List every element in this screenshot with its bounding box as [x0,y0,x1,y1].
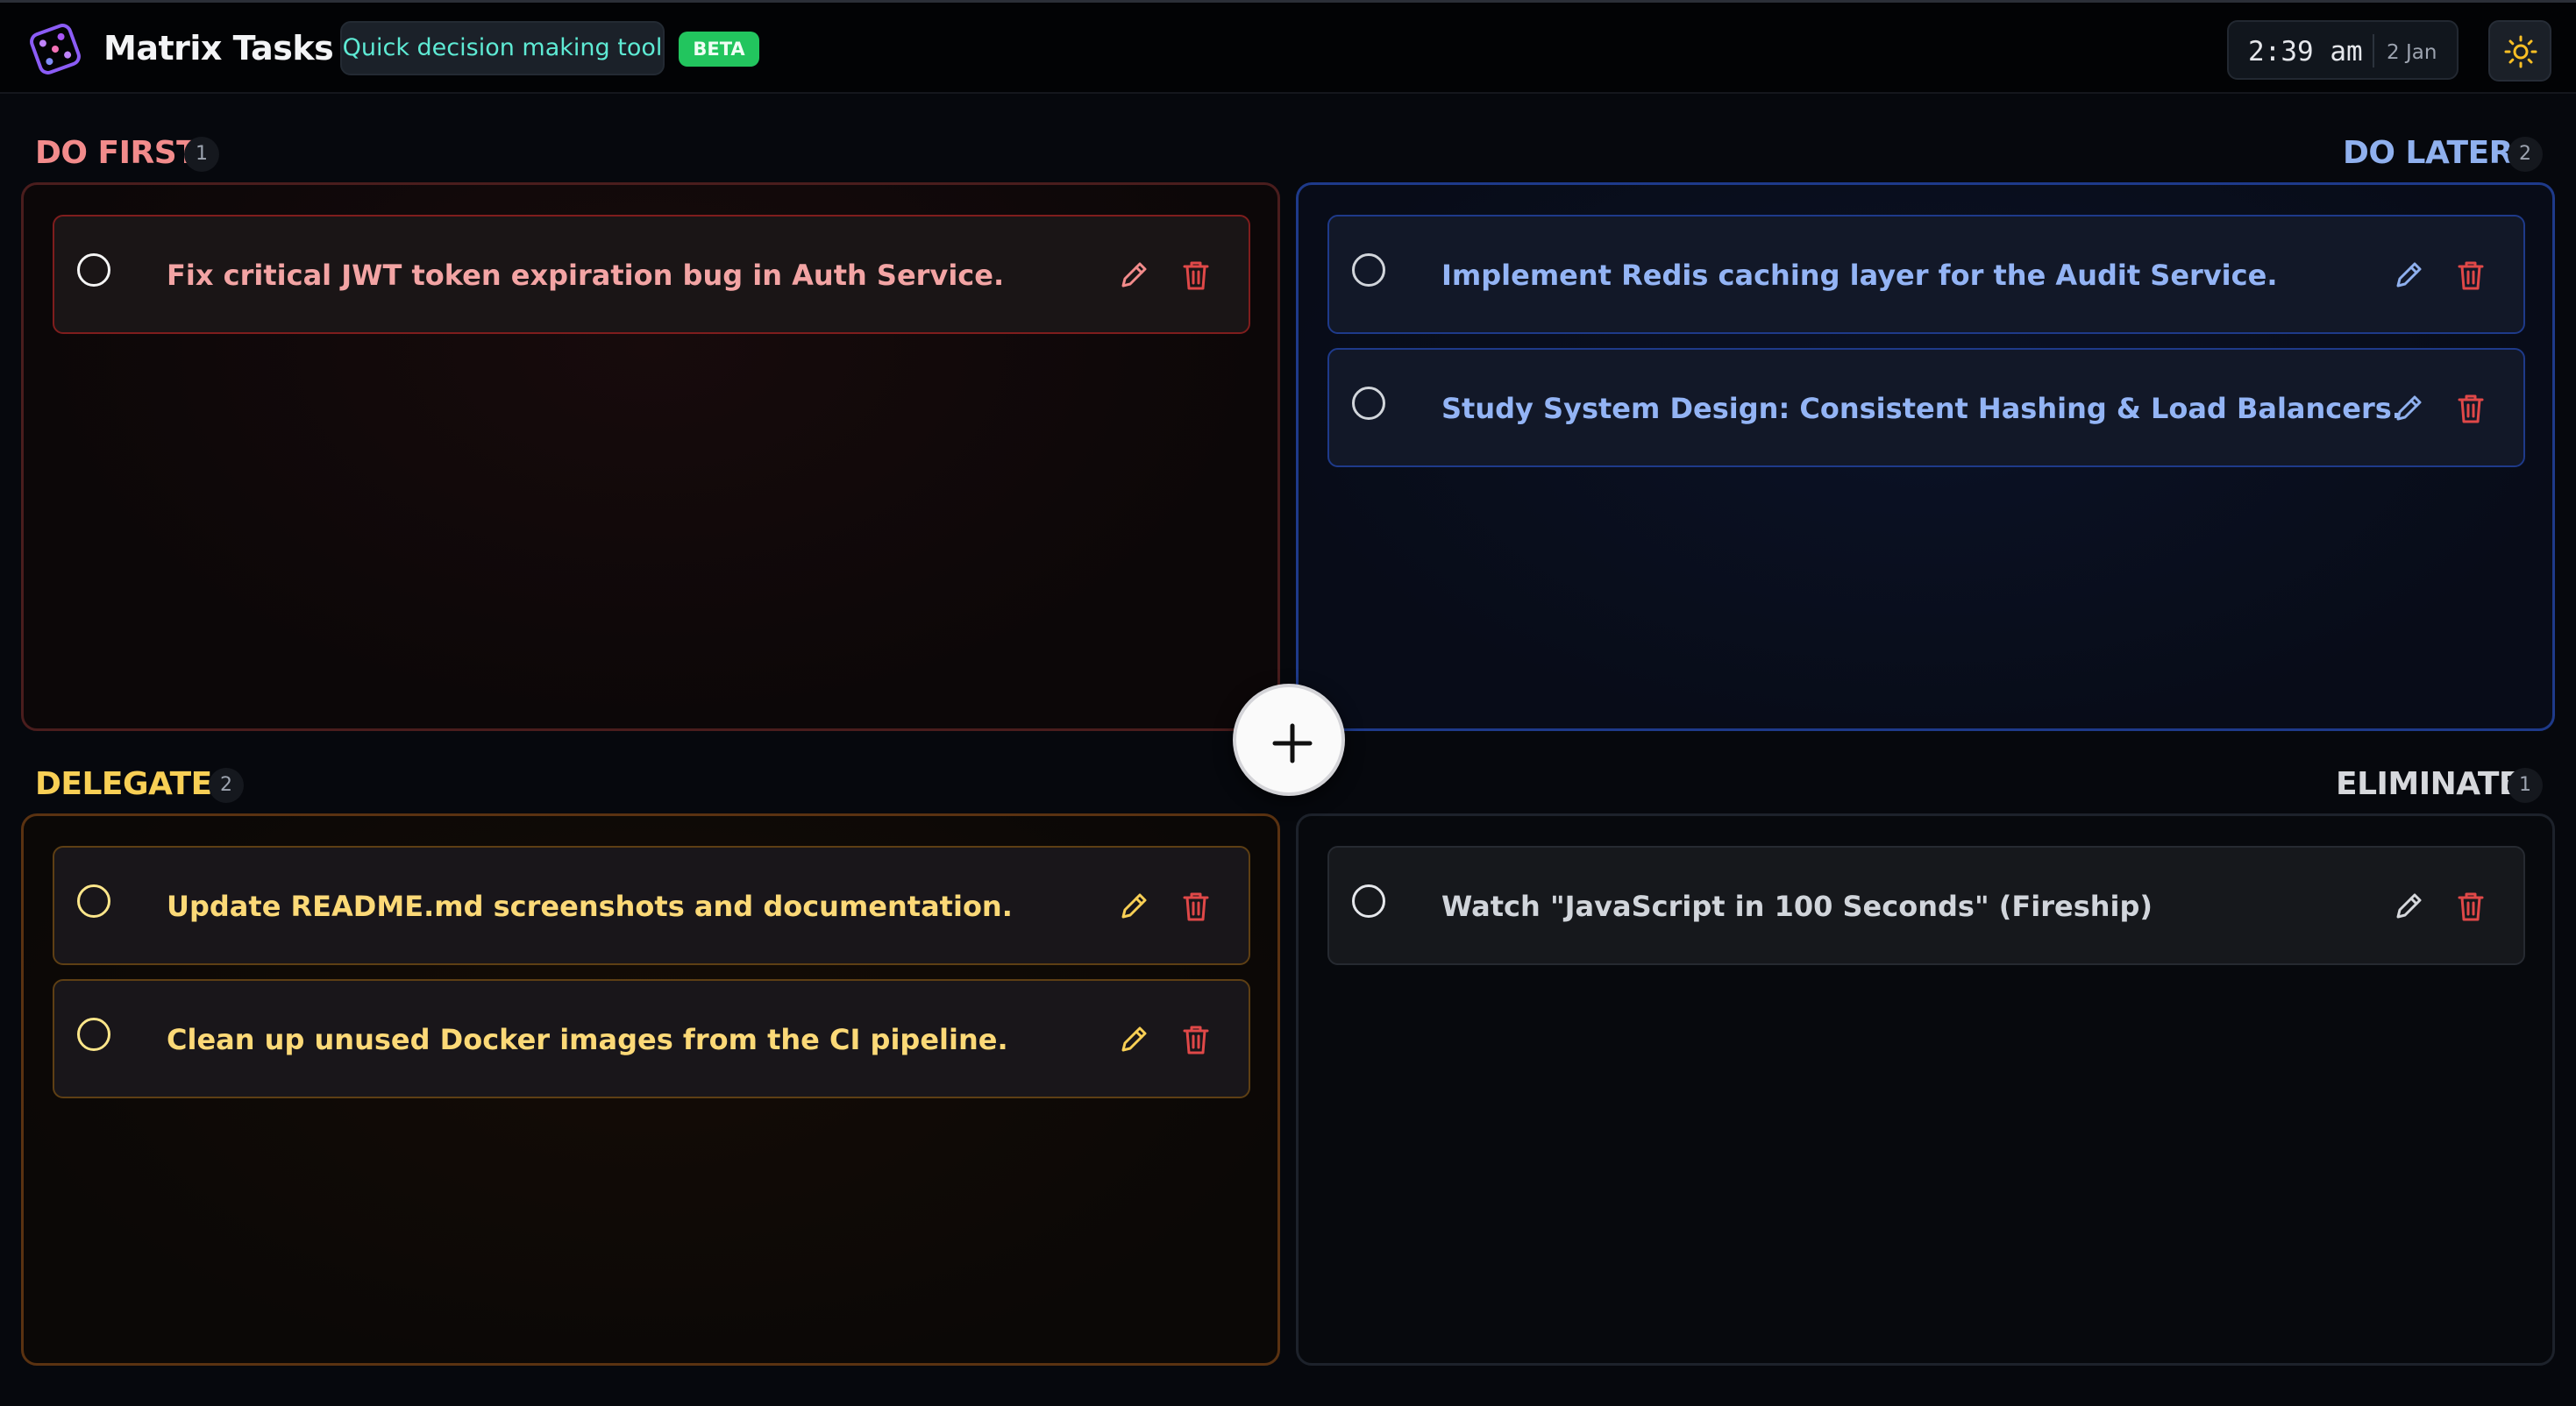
theme-toggle-button[interactable] [2488,20,2551,82]
trash-icon[interactable] [1180,1023,1212,1056]
quadrant-title-do-later: DO LATER [2343,135,2513,171]
task-complete-checkbox[interactable] [1352,884,1385,918]
trash-icon[interactable] [1180,890,1212,923]
task-card[interactable]: Watch "JavaScript in 100 Seconds" (Fires… [1327,846,2525,965]
quadrant-count-do-first: 1 [184,137,219,172]
quadrant-title-do-first: DO FIRST [35,135,198,171]
pencil-icon[interactable] [1117,1023,1150,1056]
quadrant-delegate: Update README.md screenshots and documen… [21,813,1280,1366]
plus-icon [1272,723,1313,763]
trash-icon[interactable] [1180,259,1212,292]
app-header: Matrix Tasks Quick decision making tool … [0,3,2576,94]
subtitle-pill: Quick decision making tool [340,21,665,75]
pencil-icon[interactable] [2392,259,2425,292]
beta-badge: BETA [679,32,759,67]
task-card[interactable]: Clean up unused Docker images from the C… [53,979,1250,1098]
clock-date: 2 Jan [2387,41,2437,64]
sun-icon [2504,35,2537,68]
pencil-icon[interactable] [2392,392,2425,425]
pencil-icon[interactable] [1117,259,1150,292]
trash-icon[interactable] [2455,890,2487,923]
trash-icon[interactable] [2455,392,2487,425]
task-card[interactable]: Update README.md screenshots and documen… [53,846,1250,965]
quadrant-do-first: Fix critical JWT token expiration bug in… [21,182,1280,731]
app-title: Matrix Tasks [103,29,334,67]
trash-icon[interactable] [2455,259,2487,292]
task-card[interactable]: Fix critical JWT token expiration bug in… [53,215,1250,334]
task-text: Update README.md screenshots and documen… [167,890,1013,923]
quadrant-title-eliminate: ELIMINATE [2336,766,2521,802]
task-text: Implement Redis caching layer for the Au… [1441,259,2278,292]
quadrant-title-delegate: DELEGATE [35,766,212,802]
task-text: Fix critical JWT token expiration bug in… [167,259,1005,292]
task-text: Study System Design: Consistent Hashing … [1441,392,2402,425]
clock-time: 2:39 am [2248,36,2363,67]
task-complete-checkbox[interactable] [77,884,110,918]
quadrant-do-later: Implement Redis caching layer for the Au… [1296,182,2555,731]
quadrant-count-delegate: 2 [209,768,244,803]
pencil-icon[interactable] [2392,890,2425,923]
task-text: Watch "JavaScript in 100 Seconds" (Fires… [1441,890,2153,923]
quadrant-count-do-later: 2 [2508,137,2543,172]
quadrant-count-eliminate: 1 [2508,768,2543,803]
task-complete-checkbox[interactable] [1352,387,1385,420]
task-text: Clean up unused Docker images from the C… [167,1023,1008,1056]
task-card[interactable]: Study System Design: Consistent Hashing … [1327,348,2525,467]
pencil-icon[interactable] [1117,890,1150,923]
quadrant-eliminate: Watch "JavaScript in 100 Seconds" (Fires… [1296,813,2555,1366]
clock-widget: 2:39 am 2 Jan [2227,20,2459,80]
dice-logo-icon[interactable] [26,20,84,78]
task-complete-checkbox[interactable] [77,253,110,287]
task-complete-checkbox[interactable] [1352,253,1385,287]
task-complete-checkbox[interactable] [77,1018,110,1051]
clock-divider [2373,34,2374,67]
task-card[interactable]: Implement Redis caching layer for the Au… [1327,215,2525,334]
add-task-button[interactable] [1233,684,1345,796]
